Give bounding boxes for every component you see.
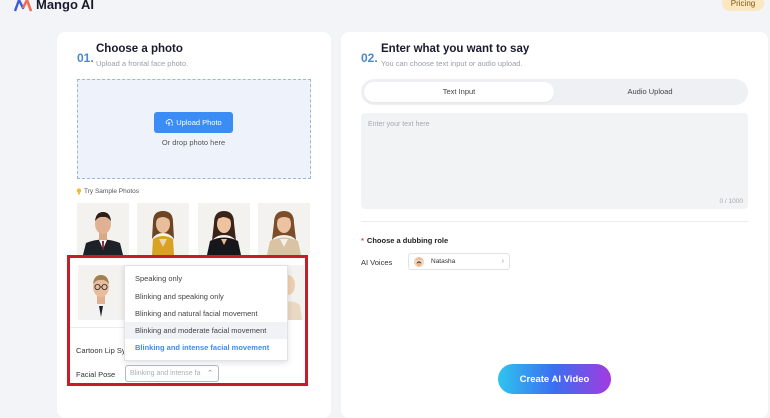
drop-photo-text: Or drop photo here — [161, 138, 226, 147]
required-marker: * — [361, 236, 364, 245]
chevron-right-icon: › — [501, 258, 504, 265]
step-number: 01. — [77, 51, 94, 65]
facial-pose-value: Blinking and intense fa — [130, 370, 201, 377]
step-subtitle: Upload a frontal face photo. — [96, 59, 189, 68]
sample-photo-woman-beige[interactable] — [258, 203, 310, 255]
input-mode-tabs: Text Input Audio Upload — [361, 79, 748, 105]
upload-icon — [166, 118, 174, 126]
divider — [67, 327, 127, 328]
ai-voices-label: AI Voices — [361, 258, 393, 267]
tab-text-input[interactable]: Text Input — [364, 82, 554, 102]
brand-logo[interactable]: Mango AI — [14, 0, 94, 12]
facial-pose-dropdown: Speaking only Blinking and speaking only… — [124, 265, 288, 361]
brand-name: Mango AI — [36, 0, 95, 12]
text-placeholder: Enter your text here — [368, 121, 430, 128]
facial-pose-option[interactable]: Blinking and natural facial movement — [125, 305, 287, 322]
step-title: Choose a photo — [96, 43, 183, 55]
voice-select[interactable]: Natasha › — [408, 253, 510, 270]
bulb-icon — [76, 188, 82, 195]
top-bar: Mango AI Pricing — [0, 0, 770, 16]
sample-photo-man-suit[interactable] — [77, 203, 129, 255]
step-title: Enter what you want to say — [381, 43, 530, 55]
tab-audio-upload[interactable]: Audio Upload — [555, 82, 745, 102]
dubbing-role-label: Choose a dubbing role — [366, 236, 449, 245]
facial-pose-option[interactable]: Blinking and moderate facial movement — [125, 322, 287, 339]
step-subtitle: You can choose text input or audio uploa… — [381, 59, 523, 68]
facial-pose-option[interactable]: Blinking and speaking only — [125, 288, 287, 305]
sample-photo-man-glasses[interactable] — [78, 265, 124, 320]
upload-photo-button[interactable]: Upload Photo — [154, 112, 233, 133]
facial-pose-select[interactable]: Blinking and intense fa ⌃ — [125, 365, 219, 382]
pricing-button[interactable]: Pricing — [722, 0, 764, 11]
avatar — [414, 257, 424, 267]
mango-logo-icon — [14, 0, 32, 11]
sample-photo-woman-black[interactable] — [198, 203, 250, 255]
cartoon-lip-sync-label: Cartoon Lip Sy — [76, 346, 126, 355]
create-ai-video-button[interactable]: Create AI Video — [498, 364, 611, 394]
facial-pose-option-selected[interactable]: Blinking and intense facial movement — [125, 339, 287, 356]
character-counter: 0 / 1000 — [719, 198, 744, 205]
upload-photo-label: Upload Photo — [176, 118, 222, 127]
try-sample-photos: Try Sample Photos — [76, 188, 139, 195]
facial-pose-option[interactable]: Speaking only — [125, 270, 287, 287]
try-sample-label: Try Sample Photos — [84, 188, 140, 195]
divider — [361, 221, 748, 222]
text-input-area[interactable]: Enter your text here 0 / 1000 — [361, 113, 748, 209]
facial-pose-label: Facial Pose — [76, 370, 116, 379]
step-number: 02. — [361, 51, 378, 65]
sample-photo-woman-yellow[interactable] — [137, 203, 189, 255]
chevron-up-icon: ⌃ — [207, 370, 213, 377]
voice-name: Natasha — [431, 258, 456, 265]
dubbing-role-heading: * Choose a dubbing role — [361, 236, 448, 245]
